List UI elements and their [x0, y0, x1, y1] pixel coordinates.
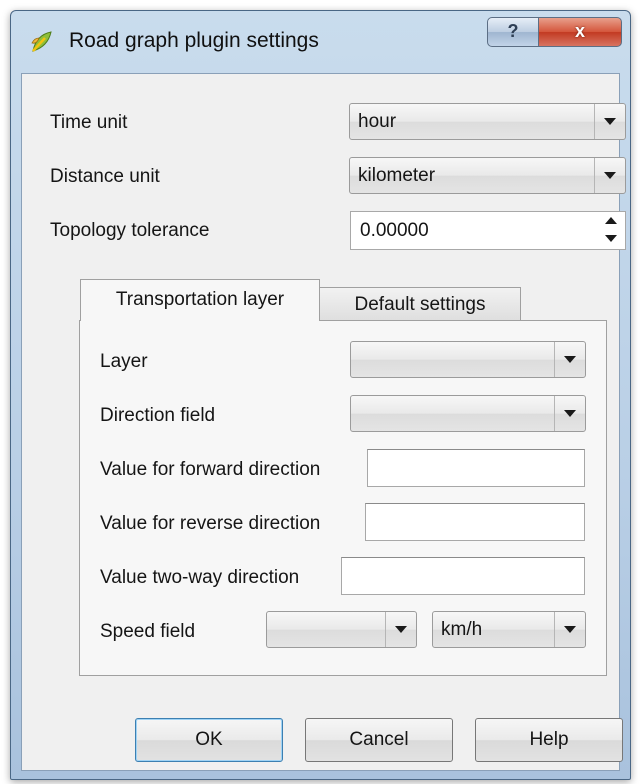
topology-tolerance-spinbox[interactable]: 0.00000 — [350, 211, 626, 250]
ok-button[interactable]: OK — [135, 718, 283, 762]
chevron-down-icon[interactable] — [554, 342, 585, 377]
close-button[interactable]: x — [538, 17, 622, 47]
title-bar[interactable]: Road graph plugin settings ? x — [11, 11, 630, 71]
reverse-direction-label: Value for reverse direction — [100, 513, 321, 534]
qgis-leaf-icon — [31, 31, 52, 52]
direction-field-combo[interactable] — [350, 395, 586, 432]
spin-down-icon[interactable] — [597, 230, 625, 248]
chevron-down-icon[interactable] — [594, 158, 625, 193]
window-title: Road graph plugin settings — [69, 29, 319, 52]
two-way-direction-label: Value two-way direction — [100, 567, 300, 588]
dialog-window: Road graph plugin settings ? x Time unit… — [10, 10, 631, 780]
chevron-down-icon[interactable] — [385, 612, 416, 647]
speed-field-label: Speed field — [100, 621, 196, 642]
forward-direction-input[interactable] — [367, 449, 585, 487]
layer-combo[interactable] — [350, 341, 586, 378]
forward-direction-label: Value for forward direction — [100, 459, 321, 480]
chevron-down-icon[interactable] — [594, 104, 625, 139]
cancel-button[interactable]: Cancel — [305, 718, 453, 762]
direction-field-label: Direction field — [100, 405, 216, 426]
topology-tolerance-value: 0.00000 — [360, 220, 429, 241]
dialog-body: Time unit hour Distance unit kilometer T… — [21, 73, 626, 771]
distance-unit-combo[interactable]: kilometer — [349, 157, 626, 194]
topology-tolerance-label: Topology tolerance — [50, 220, 210, 241]
speed-unit-value: km/h — [441, 619, 483, 640]
speed-field-combo[interactable] — [266, 611, 417, 648]
time-unit-label: Time unit — [50, 112, 128, 133]
tab-transportation-layer[interactable]: Transportation layer — [80, 279, 320, 321]
chevron-down-icon[interactable] — [554, 396, 585, 431]
reverse-direction-input[interactable] — [365, 503, 585, 541]
distance-unit-label: Distance unit — [50, 166, 160, 187]
two-way-direction-input[interactable] — [341, 557, 585, 595]
tab-default-settings[interactable]: Default settings — [319, 287, 521, 321]
spin-up-icon[interactable] — [597, 212, 625, 230]
speed-unit-combo[interactable]: km/h — [432, 611, 586, 648]
context-help-button[interactable]: ? — [487, 17, 539, 47]
time-unit-value: hour — [358, 111, 397, 132]
time-unit-combo[interactable]: hour — [349, 103, 626, 140]
help-button[interactable]: Help — [475, 718, 623, 762]
transportation-layer-pane: Layer Direction field Value for forward … — [79, 320, 607, 676]
chevron-down-icon[interactable] — [554, 612, 585, 647]
layer-label: Layer — [100, 351, 148, 372]
distance-unit-value: kilometer — [358, 165, 436, 186]
